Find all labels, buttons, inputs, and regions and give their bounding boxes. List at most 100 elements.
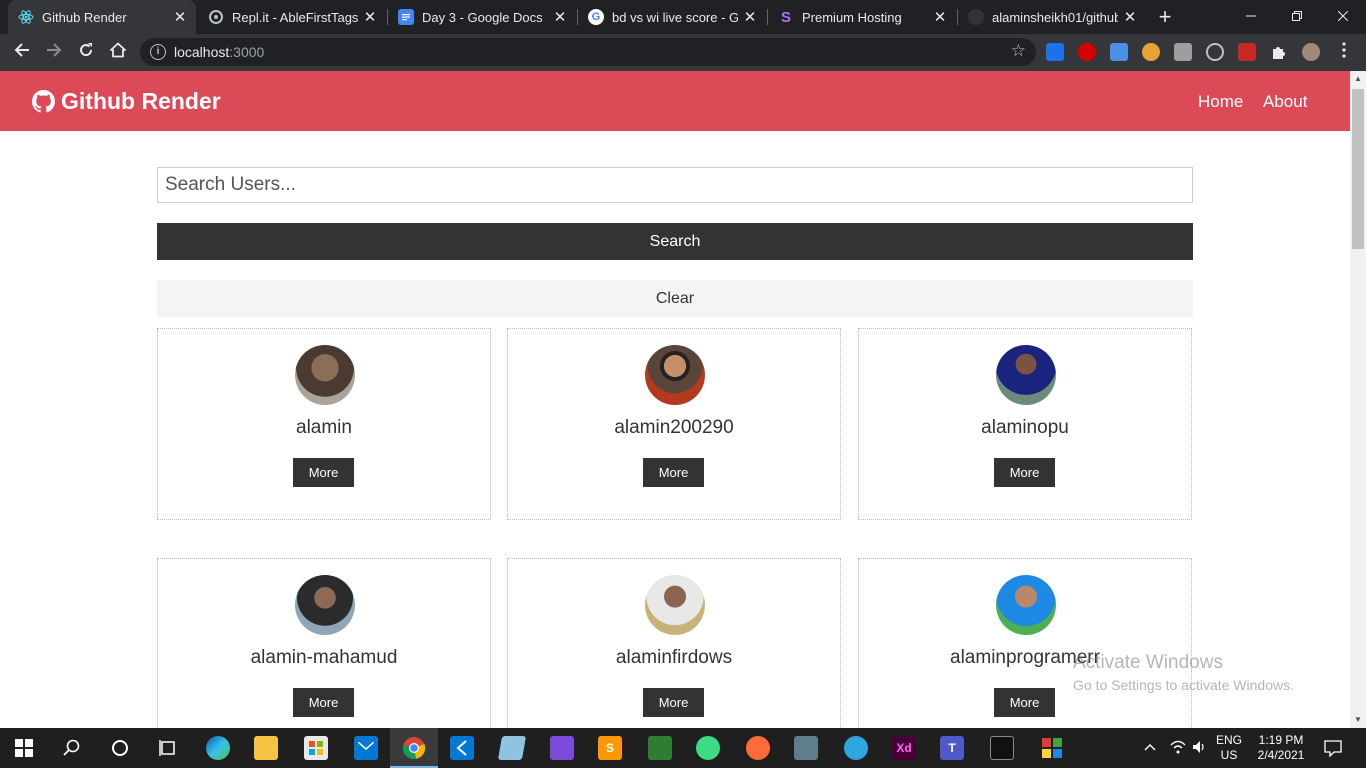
home-button[interactable] [104, 38, 132, 66]
tab-google-docs[interactable]: Day 3 - Google Docs ✕ [388, 0, 576, 34]
forward-button[interactable] [40, 38, 68, 66]
user-login: alamin-mahamud [250, 647, 398, 668]
tab-title: alaminsheikh01/github- [992, 9, 1118, 25]
tab-title: Github Render [42, 9, 127, 25]
calculator-icon[interactable] [794, 736, 818, 760]
new-tab-button[interactable]: + [1152, 4, 1178, 30]
profile-avatar[interactable] [1302, 43, 1320, 61]
tab-github-render[interactable]: Github Render ✕ [8, 0, 196, 34]
sublime-icon[interactable]: S [598, 736, 622, 760]
minimize-button[interactable] [1228, 0, 1274, 34]
ext-red-icon[interactable] [1238, 43, 1256, 61]
language-indicator[interactable]: ENG US [1216, 733, 1242, 763]
close-tab-icon[interactable]: ✕ [928, 8, 952, 26]
more-button[interactable]: More [643, 688, 704, 717]
clear-button[interactable]: Clear [157, 280, 1193, 317]
more-button[interactable]: More [293, 688, 354, 717]
avatar [996, 345, 1056, 405]
search-button[interactable]: Search [157, 223, 1193, 260]
avatar [295, 575, 355, 635]
task-view-icon[interactable] [156, 736, 180, 760]
language-code: ENG [1216, 733, 1243, 747]
activate-windows-hint: Go to Settings to activate Windows. [1073, 677, 1294, 693]
notifications-icon[interactable] [1324, 739, 1342, 760]
close-tab-icon[interactable]: ✕ [548, 8, 572, 26]
app-icon[interactable] [1040, 736, 1064, 760]
close-window-button[interactable] [1320, 0, 1366, 34]
page-scrollbar[interactable]: ▲ ▼ [1350, 71, 1366, 728]
xd-icon[interactable]: Xd [892, 736, 916, 760]
nav-home-link[interactable]: Home [1198, 92, 1243, 112]
record-icon[interactable] [1206, 43, 1224, 61]
tab-title: Premium Hosting [802, 9, 902, 25]
reload-button[interactable] [72, 38, 100, 66]
replit-icon [208, 9, 224, 25]
app-navbar: Github Render Home About [0, 71, 1350, 131]
android-icon[interactable] [696, 736, 720, 760]
close-tab-icon[interactable]: ✕ [168, 8, 192, 26]
extensions-icon[interactable] [1270, 43, 1288, 61]
windows-taskbar: S Xd T ENG US 1:19 PM 2/4/2021 [0, 728, 1366, 768]
more-button[interactable]: More [994, 458, 1055, 487]
translate-icon[interactable] [1110, 43, 1128, 61]
new-badge-icon[interactable] [1046, 43, 1064, 61]
chrome-menu-icon[interactable] [1330, 38, 1358, 66]
tab-title: Repl.it - AbleFirstTags [232, 9, 358, 25]
more-button[interactable]: More [994, 688, 1055, 717]
grammar-icon[interactable] [1142, 43, 1160, 61]
edge-icon[interactable] [206, 736, 230, 760]
avatar [645, 575, 705, 635]
store-icon[interactable] [304, 736, 328, 760]
scroll-up-arrow-icon[interactable]: ▲ [1350, 71, 1366, 87]
search-icon[interactable] [60, 736, 84, 760]
tab-replit[interactable]: Repl.it - AbleFirstTags ✕ [198, 0, 386, 34]
site-info-icon[interactable]: i [150, 44, 166, 60]
user-card: alamin-mahamud More [157, 558, 491, 750]
android-studio-icon[interactable] [648, 736, 672, 760]
tab-title: Day 3 - Google Docs [422, 9, 543, 25]
nav-about-link[interactable]: About [1263, 92, 1307, 112]
mail-icon[interactable] [354, 736, 378, 760]
close-tab-icon[interactable]: ✕ [738, 8, 762, 26]
brand[interactable]: Github Render [32, 88, 221, 115]
scroll-down-arrow-icon[interactable]: ▼ [1350, 712, 1366, 728]
tab-premium-hosting[interactable]: S Premium Hosting ✕ [768, 0, 956, 34]
puzzle-ext-icon[interactable] [1174, 43, 1192, 61]
more-button[interactable]: More [643, 458, 704, 487]
clock-date: 2/4/2021 [1257, 748, 1305, 762]
address-bar[interactable]: i localhost:3000 ☆ [140, 38, 1036, 66]
scrollbar-thumb[interactable] [1352, 89, 1364, 249]
chrome-icon[interactable] [402, 736, 426, 760]
network-icon[interactable] [1170, 740, 1186, 757]
close-tab-icon[interactable]: ✕ [1118, 8, 1142, 26]
more-button[interactable]: More [293, 458, 354, 487]
teams-icon[interactable]: T [940, 736, 964, 760]
react-icon [18, 9, 34, 25]
tab-google-search[interactable]: G bd vs wi live score - Goo ✕ [578, 0, 766, 34]
notepad-icon[interactable] [497, 736, 527, 760]
google-docs-icon [398, 9, 414, 25]
show-hidden-icons[interactable] [1144, 740, 1156, 754]
telegram-icon[interactable] [844, 736, 868, 760]
terminal-icon[interactable] [990, 736, 1014, 760]
tab-github[interactable]: alaminsheikh01/github- ✕ [958, 0, 1146, 34]
windows-start-icon[interactable] [12, 736, 36, 760]
clock[interactable]: 1:19 PM 2/4/2021 [1254, 733, 1308, 763]
cortana-icon[interactable] [108, 736, 132, 760]
url-text: localhost:3000 [174, 44, 264, 60]
postman-icon[interactable] [746, 736, 770, 760]
url-port: :3000 [229, 44, 265, 60]
back-button[interactable] [8, 38, 36, 66]
restore-button[interactable] [1274, 0, 1320, 34]
vscode-icon[interactable] [450, 736, 474, 760]
adblock-icon[interactable] [1078, 43, 1096, 61]
close-tab-icon[interactable]: ✕ [358, 8, 382, 26]
tab-title: bd vs wi live score - Goo [612, 9, 738, 25]
user-card: alamin More [157, 328, 491, 520]
hosting-icon: S [780, 8, 791, 26]
volume-icon[interactable] [1192, 740, 1208, 757]
file-explorer-icon[interactable] [254, 736, 278, 760]
search-users-input[interactable] [157, 167, 1193, 203]
visual-studio-icon[interactable] [550, 736, 574, 760]
bookmark-star-icon[interactable]: ☆ [1011, 41, 1026, 61]
